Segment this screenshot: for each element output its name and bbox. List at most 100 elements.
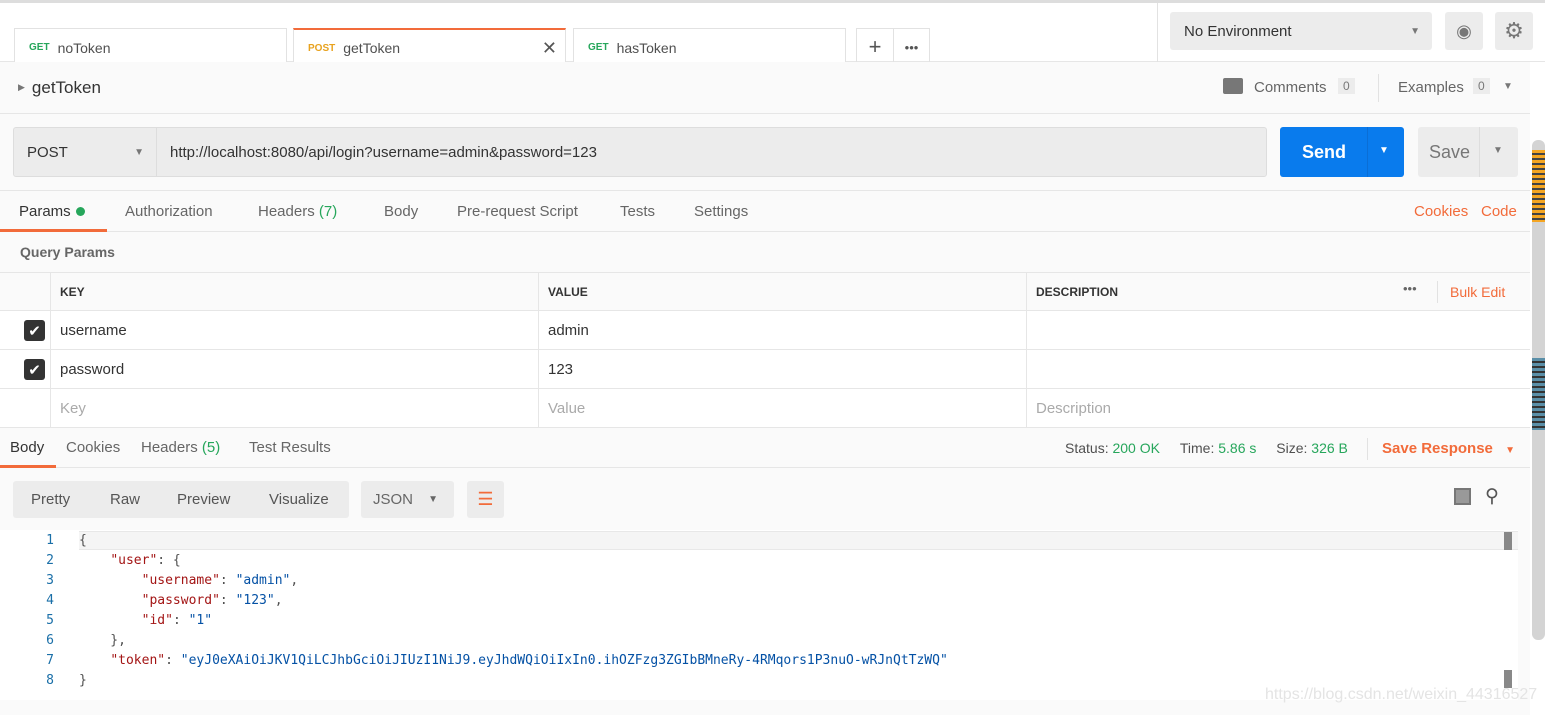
code-token: { — [79, 533, 87, 548]
param-value[interactable]: admin — [538, 311, 1026, 349]
tab-params[interactable]: Params — [19, 203, 85, 220]
tab-options-button[interactable]: ••• — [893, 28, 930, 66]
status-dot-icon — [75, 207, 85, 216]
key-header: KEY — [50, 273, 538, 310]
format-select[interactable]: JSON ▼ — [361, 481, 454, 518]
scrollbar[interactable] — [1532, 140, 1545, 640]
wrap-lines-icon[interactable]: ☰ — [467, 481, 504, 518]
description-input[interactable]: Description — [1026, 389, 1530, 427]
code-token: , — [290, 573, 299, 588]
code-token: : — [172, 613, 189, 628]
code-token: "username" — [141, 573, 220, 588]
active-tab-indicator — [0, 465, 56, 468]
cookies-link[interactable]: Cookies — [1414, 203, 1468, 220]
response-tab-test-results[interactable]: Test Results — [249, 439, 331, 456]
close-icon[interactable]: ✕ — [542, 38, 557, 59]
param-key[interactable]: username — [50, 311, 538, 349]
tab-count: (5) — [201, 439, 221, 456]
tab-noToken[interactable]: GET noToken — [14, 28, 287, 66]
method-label: POST — [27, 143, 68, 161]
tab-authorization[interactable]: Authorization — [125, 203, 213, 220]
key-input[interactable]: Key — [50, 389, 538, 427]
status-value[interactable]: 200 OK — [1112, 440, 1159, 456]
request-title-row: ▶ getToken Comments 0 Examples 0 ▼ — [0, 62, 1530, 114]
view-mode-raw[interactable]: Raw — [110, 491, 140, 508]
scroll-thumb[interactable] — [1532, 358, 1545, 430]
chevron-down-icon[interactable]: ▼ — [1493, 145, 1503, 156]
response-body[interactable]: 1 {2 "user": {3 "username": "admin", 4 "pa… — [0, 530, 1518, 700]
line-number: 1 — [46, 533, 54, 548]
save-response-label: Save Response — [1382, 440, 1493, 457]
param-checkbox[interactable]: ✔ — [24, 359, 45, 380]
url-input[interactable]: http://localhost:8080/api/login?username… — [170, 128, 597, 176]
eye-icon[interactable]: ◉ — [1445, 12, 1483, 50]
watermark: https://blog.csdn.net/weixin_44316527 — [1265, 686, 1538, 703]
time-value[interactable]: 5.86 s — [1218, 440, 1256, 456]
gear-icon[interactable]: ⚙ — [1495, 12, 1533, 50]
format-label: JSON — [373, 491, 414, 508]
tab-label: Pre-request Script — [457, 203, 578, 220]
param-description[interactable] — [1026, 350, 1530, 388]
save-response-button[interactable]: Save Response ▼ — [1382, 440, 1515, 457]
line-number: 8 — [46, 673, 54, 688]
line-number: 2 — [46, 553, 54, 568]
tab-pre-request-script[interactable]: Pre-request Script — [457, 203, 578, 220]
search-icon[interactable]: ⚲ — [1485, 485, 1499, 508]
response-tab-body[interactable]: Body — [10, 439, 44, 456]
caret-right-icon[interactable]: ▶ — [18, 82, 25, 93]
value-input[interactable]: Value — [538, 389, 1026, 427]
size-value[interactable]: 326 B — [1311, 440, 1348, 456]
tab-label: Headers — [258, 203, 315, 220]
chevron-down-icon[interactable]: ▼ — [1379, 145, 1389, 156]
chevron-down-icon: ▼ — [428, 494, 438, 505]
view-mode-pretty[interactable]: Pretty — [31, 491, 70, 508]
tab-label: Headers — [141, 439, 198, 456]
save-button[interactable]: Save ▼ — [1418, 127, 1518, 177]
tab-getToken[interactable]: POST getToken ✕ — [293, 28, 566, 66]
response-tab-headers[interactable]: Headers (5) — [141, 439, 220, 456]
view-mode-group: Pretty Raw Preview Visualize — [13, 481, 349, 518]
tab-body[interactable]: Body — [384, 203, 418, 220]
response-tabs: Body Cookies Headers (5) Test Results Statu… — [0, 428, 1530, 468]
param-checkbox[interactable]: ✔ — [24, 320, 45, 341]
view-mode-preview[interactable]: Preview — [177, 491, 230, 508]
comments-label[interactable]: Comments — [1254, 79, 1327, 96]
tab-tests[interactable]: Tests — [620, 203, 655, 220]
tab-label: Authorization — [125, 203, 213, 220]
scroll-thumb[interactable] — [1532, 150, 1545, 222]
code-token: "admin" — [235, 573, 291, 588]
code-token: : { — [157, 553, 181, 568]
param-value[interactable]: 123 — [538, 350, 1026, 388]
check-icon: ✔ — [24, 320, 45, 341]
send-button[interactable]: Send ▼ — [1280, 127, 1404, 177]
chevron-down-icon[interactable]: ▼ — [1503, 81, 1513, 92]
code-token: : — [165, 653, 181, 668]
tab-settings[interactable]: Settings — [694, 203, 748, 220]
tab-headers[interactable]: Headers (7) — [258, 203, 337, 220]
code-token: : — [219, 593, 236, 608]
line-number: 4 — [46, 593, 54, 608]
bulk-edit-link[interactable]: Bulk Edit — [1450, 284, 1505, 300]
param-row: ✔ password 123 — [0, 350, 1530, 389]
method-badge: POST — [308, 42, 336, 54]
request-title[interactable]: getToken — [32, 78, 101, 98]
code-token: , — [274, 593, 283, 608]
environment-select[interactable]: No Environment ▼ — [1170, 12, 1432, 50]
new-tab-button[interactable]: + — [856, 28, 894, 66]
more-icon[interactable]: ••• — [1403, 281, 1417, 296]
view-mode-visualize[interactable]: Visualize — [269, 491, 329, 508]
tab-hasToken[interactable]: GET hasToken — [573, 28, 846, 66]
param-key[interactable]: password — [50, 350, 538, 388]
examples-label[interactable]: Examples — [1398, 79, 1464, 96]
code-link[interactable]: Code — [1481, 203, 1517, 220]
query-params-title: Query Params — [20, 244, 115, 260]
chevron-down-icon: ▼ — [1410, 25, 1420, 37]
response-tab-cookies[interactable]: Cookies — [66, 439, 120, 456]
code-token: "password" — [141, 593, 220, 608]
param-description[interactable] — [1026, 311, 1530, 349]
tab-label: Tests — [620, 203, 656, 220]
size-label: Size: — [1276, 440, 1308, 456]
method-select[interactable]: POST ▼ — [14, 128, 157, 176]
copy-icon[interactable] — [1454, 488, 1471, 505]
